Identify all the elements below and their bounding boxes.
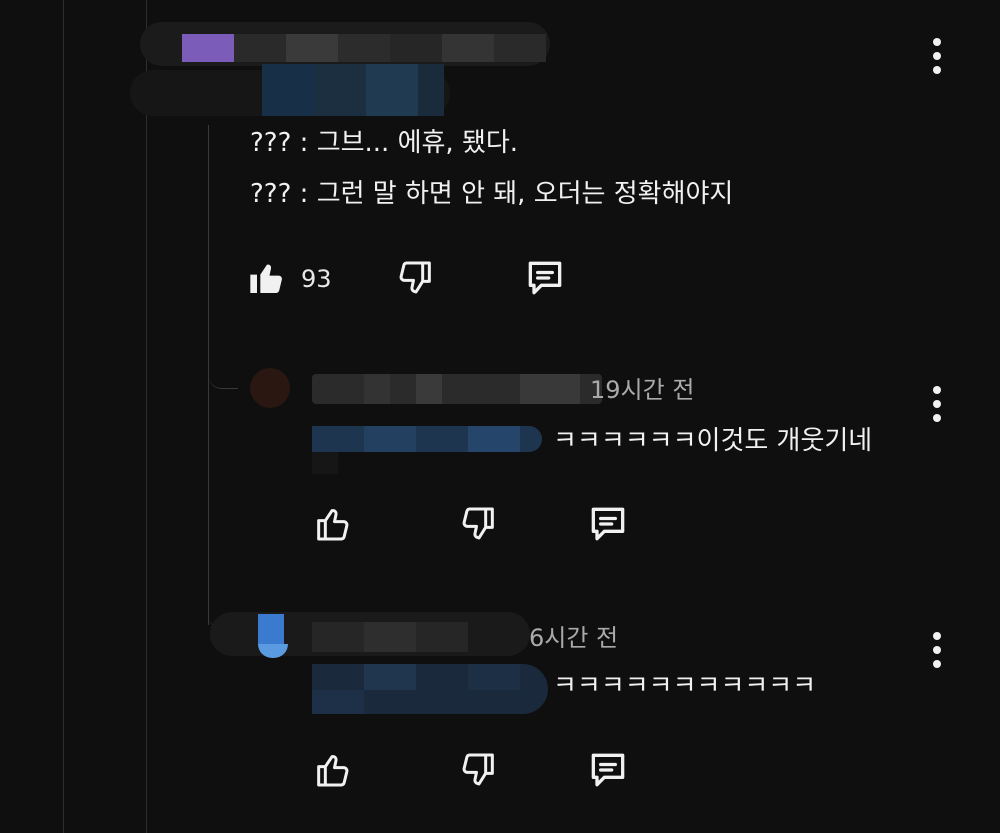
thread-guide-line	[146, 0, 147, 833]
reply-button[interactable]	[584, 746, 632, 794]
reply-timestamp: 6시간 전	[529, 624, 619, 652]
reply-icon	[591, 753, 625, 787]
comment-text-line-1: ??? : 그브... 에휴, 됐다.	[250, 128, 519, 158]
like-button[interactable]	[308, 746, 356, 794]
thread-guide-line	[63, 0, 64, 833]
reply-timestamp: 19시간 전	[590, 376, 695, 404]
like-button[interactable]	[243, 254, 291, 302]
like-button[interactable]	[308, 500, 356, 548]
dislike-icon	[462, 753, 494, 786]
reply-icon	[591, 507, 625, 541]
comment-text-line-2: ??? : 그런 말 하면 안 돼, 오더는 정확해야지	[250, 179, 734, 209]
reply-text: ㅋㅋㅋㅋㅋㅋㅋㅋㅋㅋㅋ	[553, 671, 817, 701]
like-icon	[317, 755, 349, 787]
more-vert-icon[interactable]	[931, 386, 943, 422]
dislike-icon	[462, 507, 494, 540]
dislike-button[interactable]	[455, 746, 503, 794]
reply-icon	[528, 261, 562, 295]
reply-button[interactable]	[521, 254, 569, 302]
more-vert-icon[interactable]	[931, 38, 943, 74]
dislike-button[interactable]	[392, 254, 440, 302]
reply-connector	[208, 340, 238, 389]
dislike-button[interactable]	[455, 500, 503, 548]
reply-text: ㅋㅋㅋㅋㅋㅋ이것도 개웃기네	[553, 426, 873, 456]
like-count: 93	[301, 265, 332, 293]
more-vert-icon[interactable]	[931, 632, 943, 668]
dislike-icon	[399, 261, 431, 294]
like-filled-icon	[250, 264, 282, 293]
like-icon	[317, 509, 349, 541]
reply-button[interactable]	[584, 500, 632, 548]
